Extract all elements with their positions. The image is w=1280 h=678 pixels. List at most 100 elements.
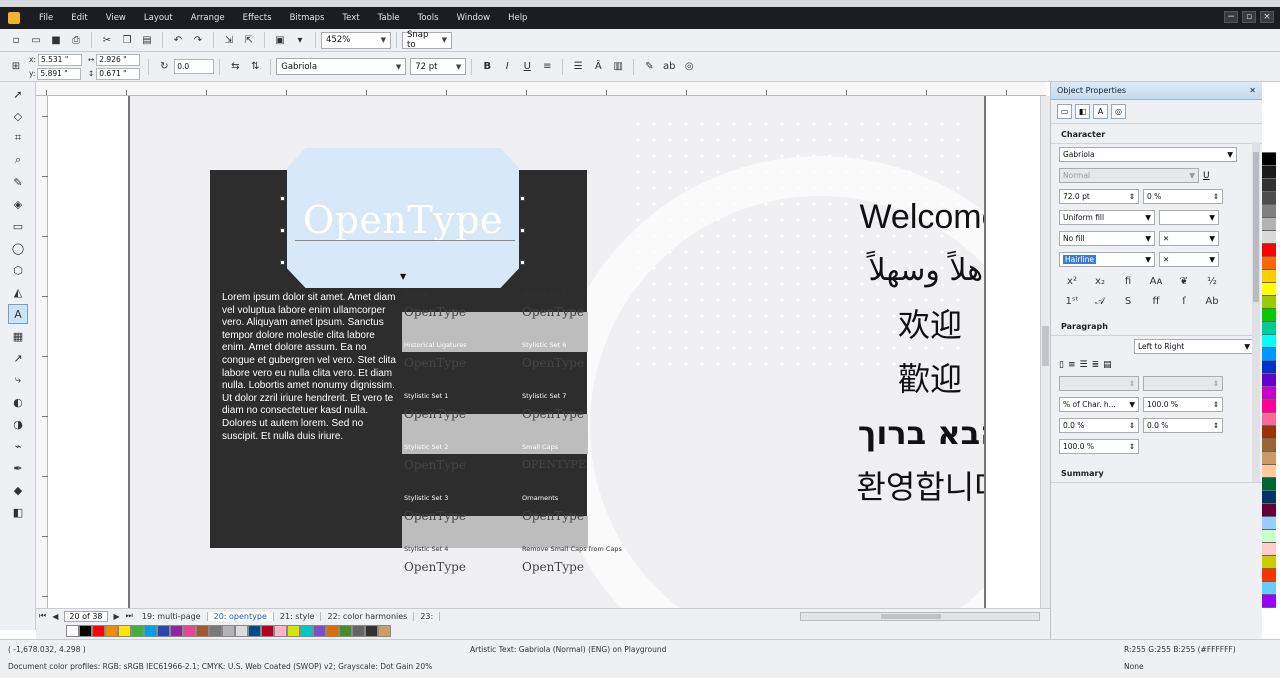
canvas-vertical-scrollbar[interactable]	[1040, 96, 1050, 608]
menu-effects[interactable]: Effects	[234, 13, 281, 23]
outline-pen-icon[interactable]: ✒	[8, 458, 28, 478]
color-swatch[interactable]	[1262, 166, 1276, 179]
color-swatch[interactable]	[365, 625, 378, 637]
outline-width-select[interactable]: Hairline ▼	[1059, 252, 1155, 267]
dimension-tool-icon[interactable]: ↗	[8, 348, 28, 368]
outline-tab-icon[interactable]: ▭	[1057, 104, 1072, 119]
color-swatch[interactable]	[222, 625, 235, 637]
menu-layout[interactable]: Layout	[135, 13, 182, 23]
background-fill-select[interactable]: No fill ▼	[1059, 231, 1155, 246]
canvas-horizontal-scrollbar[interactable]	[800, 611, 1040, 621]
open-folder-icon[interactable]: ▭	[28, 32, 44, 48]
docker-size-field[interactable]: 72.0 pt ⇕	[1059, 189, 1139, 204]
table-tool-icon[interactable]: ▦	[8, 326, 28, 346]
paste-icon[interactable]: ▤	[139, 32, 155, 48]
color-swatch[interactable]	[1262, 322, 1276, 335]
menu-window[interactable]: Window	[448, 13, 500, 23]
zoom-tool-icon[interactable]: ⌕	[8, 150, 28, 170]
welcome-arabic[interactable]: أهلاً وسهلاً	[780, 244, 984, 298]
next-page-button[interactable]: ▶	[111, 612, 123, 621]
color-swatch[interactable]	[1262, 530, 1276, 543]
color-swatch[interactable]	[339, 625, 352, 637]
color-swatch[interactable]	[352, 625, 365, 637]
color-profiles-info[interactable]: Document color profiles: RGB: sRGB IEC61…	[8, 662, 432, 671]
color-swatch[interactable]	[183, 625, 196, 637]
print-icon[interactable]: ⎙	[68, 32, 84, 48]
menu-help[interactable]: Help	[499, 13, 536, 23]
character-section-header[interactable]: Character	[1051, 124, 1262, 144]
edit-text-icon[interactable]: ✎	[641, 59, 657, 75]
color-swatch[interactable]	[261, 625, 274, 637]
color-swatch[interactable]	[1262, 556, 1276, 569]
menu-tools[interactable]: Tools	[409, 13, 448, 23]
drawing-canvas[interactable]: OpenType ▼ Lorem ipsum dolor sit amet. A…	[48, 96, 1040, 608]
font-list-select[interactable]: Gabriola ▼	[276, 58, 407, 75]
welcome-text-group[interactable]: Welcome أهلاً وسهلاً 欢迎 歡迎 הבא ברוך 환영합니…	[780, 190, 984, 514]
menu-arrange[interactable]: Arrange	[182, 13, 234, 23]
smart-fill-icon[interactable]: ◈	[8, 194, 28, 214]
color-swatch[interactable]	[1262, 309, 1276, 322]
fill-type-select[interactable]: Uniform fill ▼	[1059, 210, 1155, 225]
rectangle-tool-icon[interactable]: ▭	[8, 216, 28, 236]
color-swatch[interactable]	[1262, 348, 1276, 361]
mirror-horizontal-icon[interactable]: ⇆	[227, 59, 243, 75]
menu-bitmaps[interactable]: Bitmaps	[281, 13, 334, 23]
color-swatch[interactable]	[1262, 413, 1276, 426]
interactive-fill-icon[interactable]: ◧	[8, 502, 28, 522]
color-swatch[interactable]	[144, 625, 157, 637]
subscript-icon[interactable]: x₂	[1089, 276, 1111, 290]
color-swatch[interactable]	[118, 625, 131, 637]
height-field[interactable]: 0.671 "	[96, 67, 141, 80]
columns-icon[interactable]: ▥	[610, 59, 626, 75]
color-swatch[interactable]	[1262, 231, 1276, 244]
color-swatch[interactable]	[105, 625, 118, 637]
vertical-ruler[interactable]	[36, 96, 48, 608]
align-right-icon[interactable]: ≣	[1092, 360, 1100, 370]
menu-edit[interactable]: Edit	[62, 13, 96, 23]
publish-pdf-icon[interactable]: ▣	[272, 32, 288, 48]
titling-icon[interactable]: Ab	[1201, 296, 1223, 310]
color-swatch[interactable]	[248, 625, 261, 637]
menu-table[interactable]: Table	[369, 13, 409, 23]
redo-icon[interactable]: ↷	[190, 32, 206, 48]
color-swatch[interactable]	[300, 625, 313, 637]
underline-icon[interactable]: U	[519, 59, 535, 75]
page-tab[interactable]: 21: style	[274, 611, 322, 621]
align-center-icon[interactable]: ☰	[1080, 360, 1088, 370]
color-swatch[interactable]	[235, 625, 248, 637]
color-swatch[interactable]	[274, 625, 287, 637]
copy-icon[interactable]: ❐	[119, 32, 135, 48]
welcome-english[interactable]: Welcome	[780, 190, 984, 244]
word-spacing-field[interactable]: 0.0 % ⇕	[1143, 418, 1223, 433]
ornament-icon[interactable]: ❦	[1173, 276, 1195, 290]
last-page-button[interactable]: ⏭	[123, 611, 136, 621]
align-left-icon[interactable]: ≡	[1068, 360, 1076, 370]
line-spacing-field[interactable]: 100.0 % ⇕	[1143, 397, 1223, 412]
color-swatch[interactable]	[1262, 426, 1276, 439]
color-swatch[interactable]	[1262, 465, 1276, 478]
font-style-select[interactable]: Normal ▼	[1059, 168, 1199, 183]
color-swatch[interactable]	[1262, 361, 1276, 374]
color-swatch[interactable]	[1262, 439, 1276, 452]
text-tool-icon[interactable]: A	[8, 304, 28, 324]
outline-color-select[interactable]: ✕ ▼	[1159, 252, 1219, 267]
color-swatch[interactable]	[1262, 335, 1276, 348]
page-tab[interactable]: 19: multi-page	[136, 611, 208, 621]
color-swatch[interactable]	[1262, 153, 1276, 166]
blend-tool-icon[interactable]: ◐	[8, 392, 28, 412]
fill-color-select[interactable]: ▼	[1159, 210, 1219, 225]
drop-cap-icon[interactable]: Ā	[590, 59, 606, 75]
document-page[interactable]: OpenType ▼ Lorem ipsum dolor sit amet. A…	[128, 96, 986, 608]
character-tab-icon[interactable]: A	[1093, 104, 1108, 119]
snap-to-dropdown[interactable]: Snap to ▼	[402, 30, 452, 50]
polygon-tool-icon[interactable]: ⬡	[8, 260, 28, 280]
color-swatch[interactable]	[170, 625, 183, 637]
color-swatch[interactable]	[1262, 504, 1276, 517]
color-swatch[interactable]	[1262, 257, 1276, 270]
restore-button[interactable]: ▫	[1242, 11, 1256, 23]
lorem-paragraph-text[interactable]: Lorem ipsum dolor sit amet. Amet diam ve…	[222, 292, 396, 443]
opentype-icon[interactable]: ◎	[681, 59, 697, 75]
export-icon[interactable]: ⇱	[241, 32, 257, 48]
selection-handle[interactable]	[280, 228, 285, 233]
menu-file[interactable]: File	[30, 13, 62, 23]
